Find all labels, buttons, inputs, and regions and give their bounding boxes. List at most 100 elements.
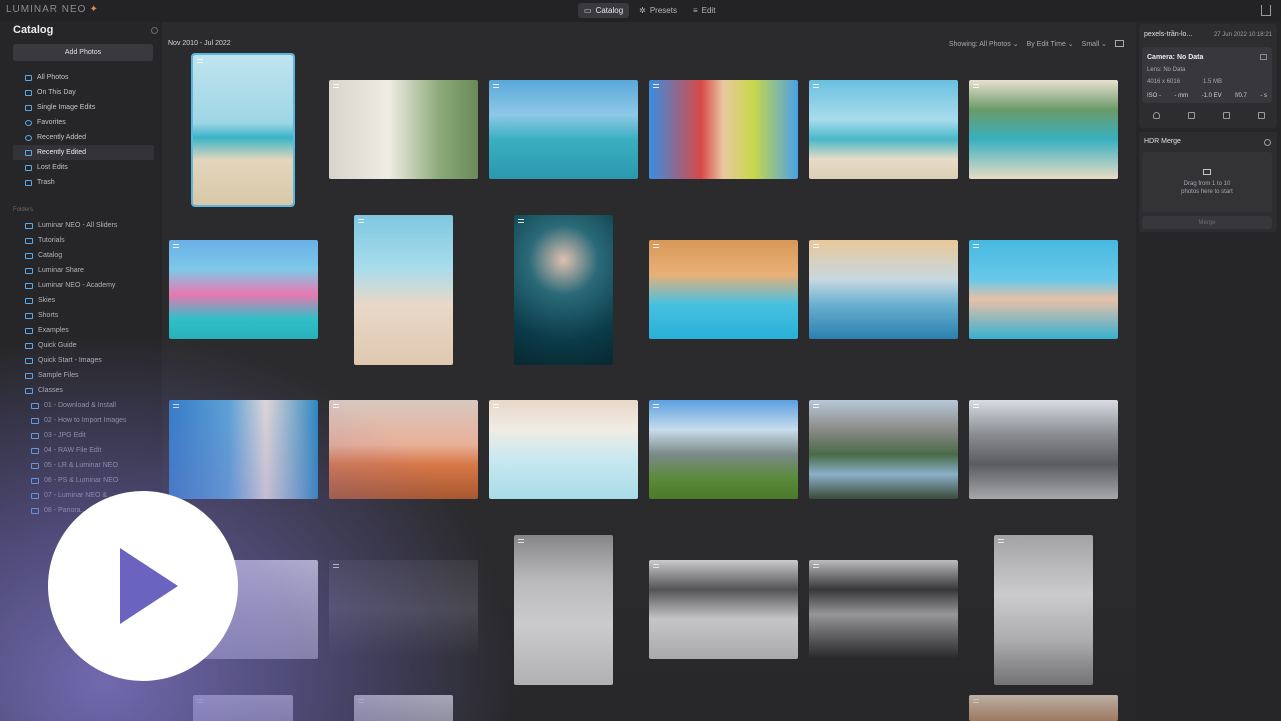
folder-item[interactable]: 02 - How to Import Images	[13, 413, 154, 428]
folder-item[interactable]: Luminar Share	[13, 263, 154, 278]
photo-thumbnail[interactable]	[489, 80, 638, 179]
sort-label: By Edit Time	[1026, 41, 1066, 48]
photo-thumbnail[interactable]	[329, 560, 478, 659]
photo-thumbnail[interactable]	[969, 695, 1118, 721]
search-icon[interactable]	[151, 27, 158, 34]
photo-thumbnail[interactable]	[969, 80, 1118, 179]
folder-item[interactable]: Sample Files	[13, 368, 154, 383]
showing-filter-label: Showing: All Photos	[948, 41, 1011, 48]
rotate-icon[interactable]	[1188, 112, 1195, 119]
photo-thumbnail[interactable]	[649, 400, 798, 499]
photo-thumbnail[interactable]	[354, 695, 453, 721]
folder-label: Skies	[38, 297, 56, 304]
photo-thumbnail[interactable]	[514, 215, 613, 365]
folder-icon	[31, 507, 39, 514]
photo-thumbnail[interactable]	[514, 535, 613, 685]
delete-icon[interactable]	[1258, 112, 1265, 119]
photo-thumbnail[interactable]	[354, 215, 453, 365]
favorite-icon[interactable]	[1153, 112, 1160, 119]
photo-thumbnail[interactable]	[969, 400, 1118, 499]
tab-catalog[interactable]: ▭ Catalog	[578, 3, 630, 18]
hdr-drop-zone[interactable]: Drag from 1 to 10 photos here to start	[1142, 152, 1272, 212]
photo-thumbnail[interactable]	[809, 80, 958, 179]
photo-thumbnail[interactable]	[969, 240, 1118, 339]
photo-thumbnail[interactable]	[169, 400, 318, 499]
photo-thumbnail[interactable]	[191, 53, 295, 207]
folder-item[interactable]: Luminar NEO - Academy	[13, 278, 154, 293]
sidebar-item-recently-added[interactable]: Recently Added	[13, 130, 154, 145]
folder-label: 01 - Download & Install	[44, 402, 116, 409]
gear-icon[interactable]	[1264, 139, 1271, 146]
exif-values: ISO - - mm -1.0 EV f/0.7 - s	[1147, 93, 1267, 99]
sidebar-item-lost-edits[interactable]: Lost Edits	[13, 160, 154, 175]
folder-item[interactable]: 03 - JPG Edit	[13, 428, 154, 443]
sidebar-item-single-image-edits[interactable]: Single Image Edits	[13, 100, 154, 115]
info-panel: pexels-trần-lo... 27 Jun 2022 10:18:21 C…	[1136, 22, 1281, 721]
hdr-merge-card: HDR Merge Drag from 1 to 10 photos here …	[1139, 132, 1277, 232]
folder-icon	[25, 282, 33, 289]
photo-thumbnail[interactable]	[649, 80, 798, 179]
sidebar-item-label: On This Day	[37, 89, 76, 96]
merge-button[interactable]: Merge	[1142, 216, 1272, 229]
folder-icon	[25, 297, 33, 304]
sidebar-item-recently-edited[interactable]: Recently Edited	[13, 145, 154, 160]
folder-icon	[25, 252, 33, 259]
photos-icon	[25, 74, 32, 81]
photo-thumbnail[interactable]	[329, 400, 478, 499]
photo-thumbnail[interactable]	[649, 240, 798, 339]
photo-thumbnail[interactable]	[649, 560, 798, 659]
photo-thumbnail[interactable]	[329, 80, 478, 179]
play-button[interactable]	[48, 491, 238, 681]
sidebar-item-label: Recently Edited	[37, 149, 87, 156]
tab-presets[interactable]: ✲ Presets	[633, 3, 683, 18]
photo-thumbnail[interactable]	[809, 560, 958, 659]
logo-text: LUMINAR NEO	[6, 4, 87, 15]
sidebar-item-on-this-day[interactable]: On This Day	[13, 85, 154, 100]
photo-thumbnail[interactable]	[809, 240, 958, 339]
folder-item[interactable]: Quick Start - Images	[13, 353, 154, 368]
sidebar-collections: All Photos On This Day Single Image Edit…	[13, 70, 154, 190]
edited-badge-icon	[653, 244, 659, 248]
share-icon[interactable]	[1261, 5, 1271, 16]
folder-item[interactable]: Catalog	[13, 248, 154, 263]
edited-badge-icon	[813, 244, 819, 248]
image-info-card: pexels-trần-lo... 27 Jun 2022 10:18:21 C…	[1139, 24, 1277, 128]
edited-badge-icon	[973, 404, 979, 408]
folder-item[interactable]: Tutorials	[13, 233, 154, 248]
folder-item[interactable]: Luminar NEO - All Sliders	[13, 218, 154, 233]
folder-item[interactable]: 06 - PS & Luminar NEO	[13, 473, 154, 488]
file-size: 1.5 MB	[1203, 79, 1223, 85]
edited-badge-icon	[653, 404, 659, 408]
plus-circle-icon	[25, 134, 32, 141]
folder-item[interactable]: Skies	[13, 293, 154, 308]
exif-box: Camera: No Data Lens: No Data 4016 x 601…	[1142, 47, 1272, 103]
folder-item[interactable]: 04 - RAW File Edit	[13, 443, 154, 458]
photo-thumbnail[interactable]	[193, 695, 293, 721]
folder-item[interactable]: 05 - LR & Luminar NEO	[13, 458, 154, 473]
add-photos-button[interactable]: Add Photos	[13, 44, 153, 61]
ev-value: -1.0 EV	[1201, 93, 1222, 99]
file-date: 27 Jun 2022 10:18:21	[1213, 32, 1272, 38]
photo-thumbnail[interactable]	[994, 535, 1093, 685]
showing-filter-dropdown[interactable]: Showing: All Photos ⌄	[949, 40, 1019, 48]
photo-thumbnail[interactable]	[809, 400, 958, 499]
panel-toggle-icon[interactable]	[1115, 40, 1124, 47]
folder-item[interactable]: Examples	[13, 323, 154, 338]
expand-icon[interactable]	[1260, 54, 1267, 60]
sidebar-item-label: Trash	[37, 179, 55, 186]
tab-edit[interactable]: ≡ Edit	[687, 3, 721, 18]
photo-thumbnail[interactable]	[169, 240, 318, 339]
folder-item[interactable]: Classes	[13, 383, 154, 398]
duplicate-icon[interactable]	[1223, 112, 1230, 119]
sort-dropdown[interactable]: By Edit Time ⌄	[1027, 40, 1074, 48]
edited-badge-icon	[653, 84, 659, 88]
sidebar-item-trash[interactable]: Trash	[13, 175, 154, 190]
folder-item[interactable]: 01 - Download & Install	[13, 398, 154, 413]
sidebar-item-all-photos[interactable]: All Photos	[13, 70, 154, 85]
folder-item[interactable]: Shorts	[13, 308, 154, 323]
folder-label: Luminar NEO - All Sliders	[38, 222, 118, 229]
sidebar-item-favorites[interactable]: Favorites	[13, 115, 154, 130]
size-dropdown[interactable]: Small ⌄	[1082, 40, 1107, 48]
folder-item[interactable]: Quick Guide	[13, 338, 154, 353]
photo-thumbnail[interactable]	[489, 400, 638, 499]
